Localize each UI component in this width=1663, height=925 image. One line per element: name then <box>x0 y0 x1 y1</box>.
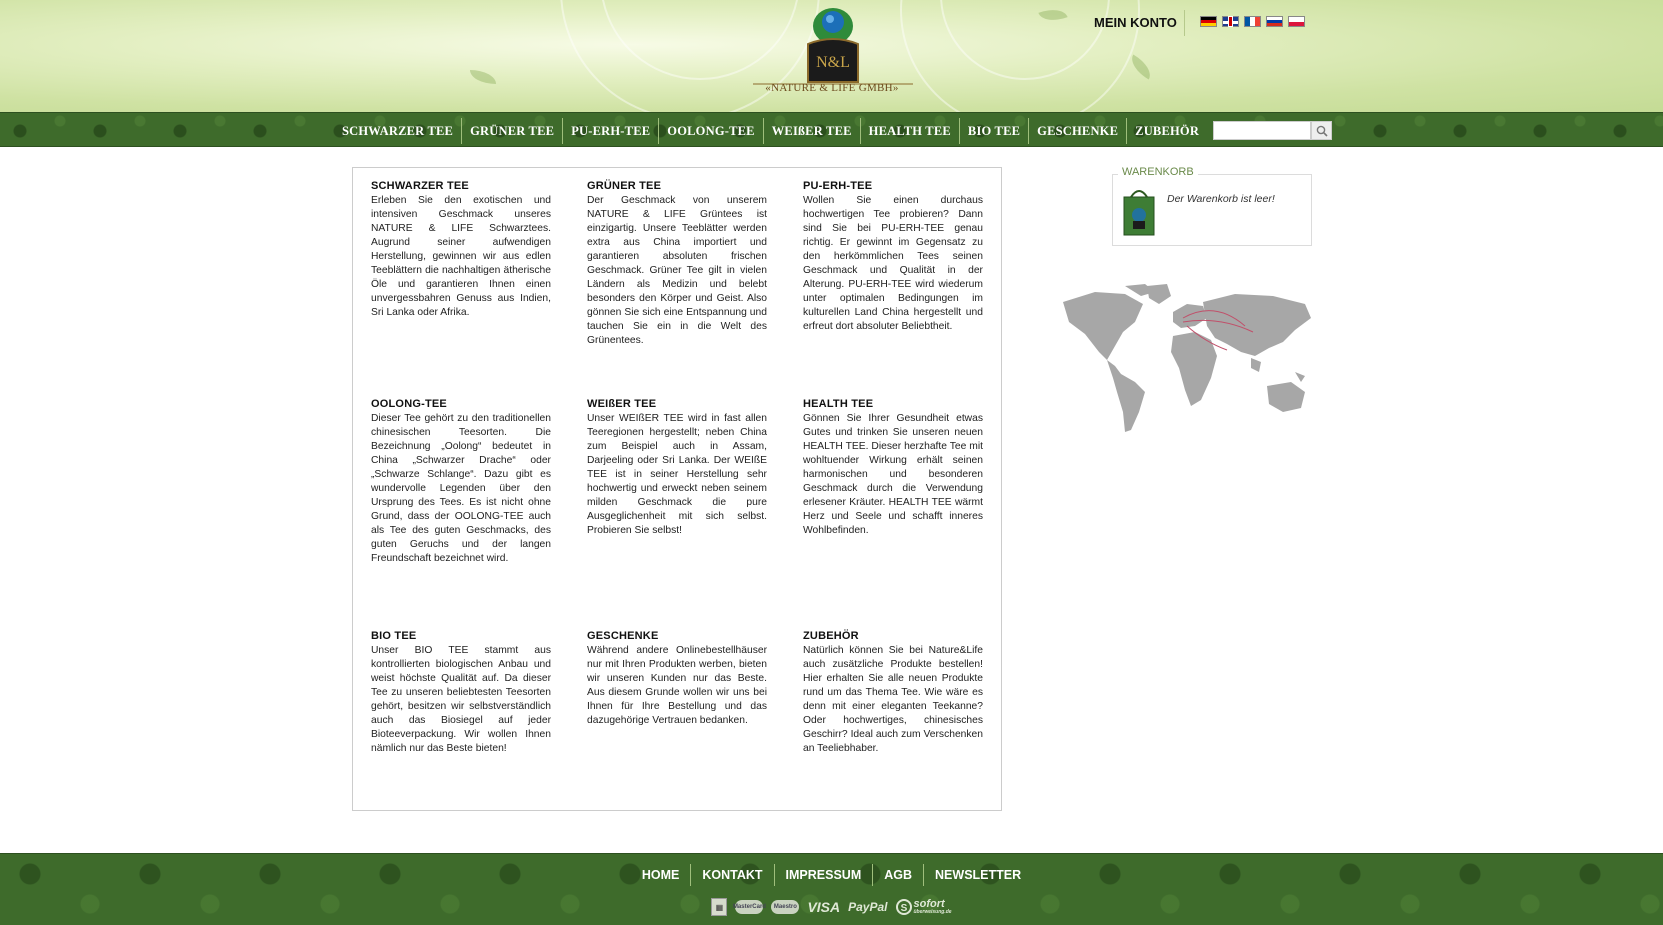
search-button[interactable] <box>1311 121 1332 140</box>
mastercard-icon: MasterCard <box>733 900 766 914</box>
category-text: Dieser Tee gehört zu den traditionellen … <box>371 413 551 564</box>
sofort-sub-label: überweisung.de <box>913 908 952 915</box>
nav-item-schwarzer-tee[interactable]: SCHWARZER TEE <box>334 117 463 144</box>
category-text: Unser WEIßER TEE wird in fast allen Teer… <box>587 413 767 536</box>
nav-item-gruener-tee[interactable]: GRÜNER TEE <box>462 117 564 144</box>
invoice-icon: ▦ <box>711 898 728 916</box>
category-title[interactable]: PU-ERH-TEE <box>803 180 983 192</box>
divider <box>1184 10 1185 36</box>
footer-link-impressum[interactable]: IMPRESSUM <box>775 864 874 886</box>
payment-methods: ▦ MasterCard Maestro VISA PayPal S sofor… <box>0 898 1663 916</box>
maestro-icon: Maestro <box>771 900 800 914</box>
cart-box: Der Warenkorb ist leer! <box>1112 174 1312 246</box>
flag-de-icon[interactable] <box>1200 16 1217 27</box>
footer-link-agb[interactable]: AGB <box>873 864 925 886</box>
nav-item-weisser-tee[interactable]: WEIßER TEE <box>764 117 861 144</box>
category-card: WEIßER TEE Unser WEIßER TEE wird in fast… <box>587 398 767 538</box>
category-card: OOLONG-TEE Dieser Tee gehört zu den trad… <box>371 398 551 566</box>
nav-item-health-tee[interactable]: HEALTH TEE <box>861 117 960 144</box>
search-input[interactable] <box>1213 121 1311 140</box>
magnifier-icon <box>1316 125 1328 137</box>
cart-title: WARENKORB <box>1118 166 1198 178</box>
paypal-icon: PayPal <box>848 900 888 914</box>
footer-nav: HOME KONTAKT IMPRESSUM AGB NEWSLETTER <box>0 864 1663 886</box>
category-text: Natürlich können Sie bei Nature&Life auc… <box>803 645 983 754</box>
category-title[interactable]: GESCHENKE <box>587 630 767 642</box>
sofort-logo-icon: S <box>895 899 912 915</box>
nav-item-geschenke[interactable]: GESCHENKE <box>1029 117 1128 144</box>
flag-gb-icon[interactable] <box>1222 16 1239 27</box>
category-text: Wollen Sie einen durchaus hochwertigen T… <box>803 195 983 332</box>
logo-text: «NATURE & LIFE GMBH» <box>765 82 899 94</box>
sofort-icon: S sofort überweisung.de <box>895 897 952 915</box>
nav-item-oolong-tee[interactable]: OOLONG-TEE <box>659 117 764 144</box>
category-card: ZUBEHÖR Natürlich können Sie bei Nature&… <box>803 630 983 756</box>
category-title[interactable]: WEIßER TEE <box>587 398 767 410</box>
flag-ru-icon[interactable] <box>1266 16 1283 27</box>
header: N&L «NATURE & LIFE GMBH» MEIN KONTO <box>0 0 1663 112</box>
svg-text:S: S <box>900 903 907 914</box>
shopping-bag-icon[interactable] <box>1121 185 1157 237</box>
category-title[interactable]: GRÜNER TEE <box>587 180 767 192</box>
footer-link-kontakt[interactable]: KONTAKT <box>691 864 775 886</box>
nav-items: SCHWARZER TEE GRÜNER TEE PU-ERH-TEE OOLO… <box>334 113 1207 148</box>
category-title[interactable]: BIO TEE <box>371 630 551 642</box>
cart-empty-text: Der Warenkorb ist leer! <box>1167 193 1275 205</box>
category-grid: SCHWARZER TEE Erleben Sie den exotischen… <box>352 167 1002 811</box>
world-map <box>1063 284 1311 432</box>
svg-text:N&L: N&L <box>816 54 850 71</box>
sofort-label: sofort <box>913 897 945 910</box>
category-title[interactable]: OOLONG-TEE <box>371 398 551 410</box>
category-title[interactable]: HEALTH TEE <box>803 398 983 410</box>
footer: HOME KONTAKT IMPRESSUM AGB NEWSLETTER ▦ … <box>0 853 1663 925</box>
flag-fr-icon[interactable] <box>1244 16 1261 27</box>
category-text: Unser BIO TEE stammt aus kontrollierten … <box>371 645 551 754</box>
category-card: GRÜNER TEE Der Geschmack von unserem NAT… <box>587 180 767 348</box>
footer-link-newsletter[interactable]: NEWSLETTER <box>924 864 1032 886</box>
category-text: Gönnen Sie Ihrer Gesundheit etwas Gutes … <box>803 413 983 536</box>
footer-link-home[interactable]: HOME <box>631 864 692 886</box>
flag-pl-icon[interactable] <box>1288 16 1305 27</box>
main-nav: SCHWARZER TEE GRÜNER TEE PU-ERH-TEE OOLO… <box>0 112 1663 147</box>
category-card: SCHWARZER TEE Erleben Sie den exotischen… <box>371 180 551 320</box>
leaf-decor <box>470 70 496 84</box>
nav-item-zubehoer[interactable]: ZUBEHÖR <box>1127 118 1207 144</box>
category-card: GESCHENKE Während andere Onlinebestellhä… <box>587 630 767 728</box>
account-link[interactable]: MEIN KONTO <box>1094 15 1177 30</box>
category-card: PU-ERH-TEE Wollen Sie einen durchaus hoc… <box>803 180 983 334</box>
nav-item-pu-erh-tee[interactable]: PU-ERH-TEE <box>563 117 660 144</box>
category-card: BIO TEE Unser BIO TEE stammt aus kontrol… <box>371 630 551 756</box>
category-text: Der Geschmack von unserem NATURE & LIFE … <box>587 195 767 346</box>
language-selector <box>1200 16 1305 27</box>
category-title[interactable]: ZUBEHÖR <box>803 630 983 642</box>
category-title[interactable]: SCHWARZER TEE <box>371 180 551 192</box>
nav-item-bio-tee[interactable]: BIO TEE <box>960 117 1030 144</box>
leaf-decor <box>1126 54 1156 80</box>
category-text: Während andere Onlinebestellhäuser nur m… <box>587 645 767 726</box>
category-card: HEALTH TEE Gönnen Sie Ihrer Gesundheit e… <box>803 398 983 538</box>
category-text: Erleben Sie den exotischen und intensive… <box>371 195 551 318</box>
visa-icon: VISA <box>807 899 841 915</box>
